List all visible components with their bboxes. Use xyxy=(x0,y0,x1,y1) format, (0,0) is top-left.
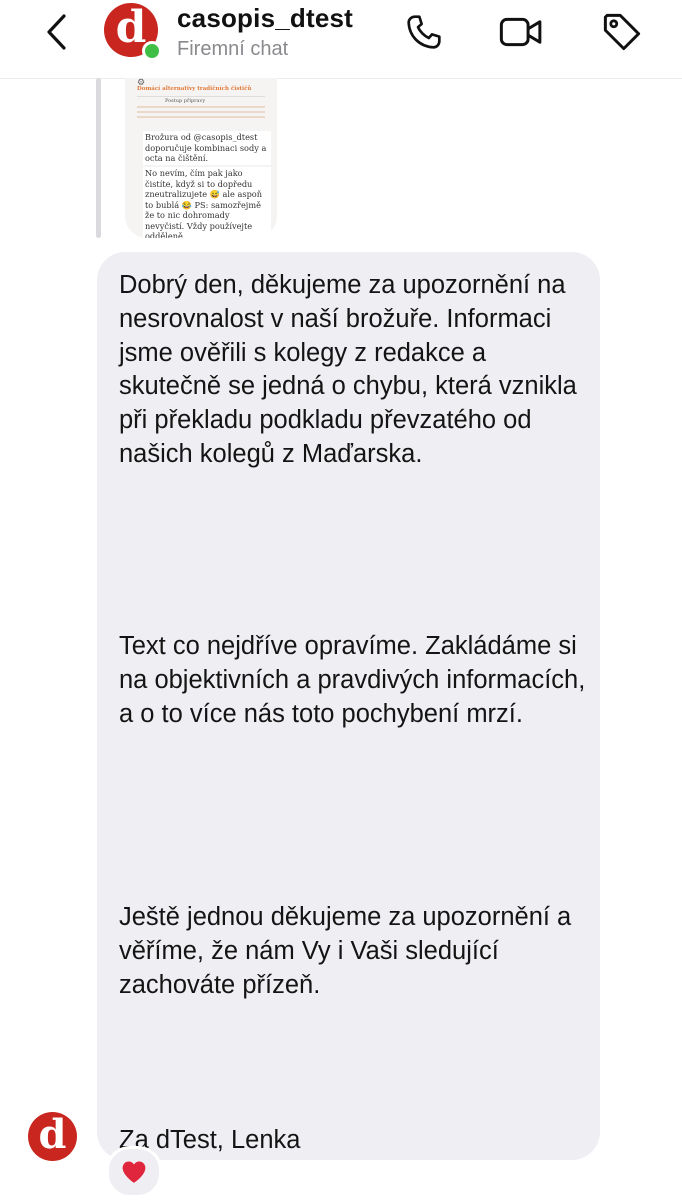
brochure-title: Domácí alternativy tradičních čističů xyxy=(137,86,252,92)
message-signature: Za dTest, Lenka xyxy=(119,1126,301,1154)
replied-image-preview[interactable]: ⚙ Domácí alternativy tradičních čističů … xyxy=(125,78,277,238)
chevron-left-icon xyxy=(47,14,66,50)
avatar-letter: d xyxy=(115,3,147,53)
message-paragraph: Ještě jednou děkujeme za upozornění a vě… xyxy=(119,903,572,999)
call-button[interactable] xyxy=(402,10,446,54)
back-button[interactable] xyxy=(38,10,74,54)
online-status-indicator xyxy=(142,41,162,61)
sender-avatar[interactable]: d xyxy=(28,1112,77,1161)
tag-icon xyxy=(603,13,641,51)
brochure-table-header: Postup přípravy xyxy=(165,98,206,104)
video-camera-icon xyxy=(499,17,542,47)
reply-indicator-bar xyxy=(96,78,101,238)
image-caption-2: No nevím, čím pak jako čistíte, když si … xyxy=(143,167,271,238)
message-paragraph: Text co nejdříve opravíme. Zakládáme si … xyxy=(119,632,586,728)
brochure-table-rows xyxy=(137,106,265,121)
chat-header: d casopis_dtest Firemní chat xyxy=(0,0,682,79)
heart-icon xyxy=(122,1161,146,1183)
chat-title-block[interactable]: casopis_dtest Firemní chat xyxy=(177,2,353,62)
brochure-table: Postup přípravy xyxy=(137,96,265,123)
video-call-button[interactable] xyxy=(499,10,543,54)
message-paragraph: Dobrý den, děkujeme za upozornění na nes… xyxy=(119,271,577,468)
chat-avatar[interactable]: d xyxy=(104,3,162,61)
label-button[interactable] xyxy=(600,10,644,54)
chat-name: casopis_dtest xyxy=(177,3,354,33)
message-bubble[interactable]: Dobrý den, děkujeme za upozornění na nes… xyxy=(97,252,600,1160)
chat-subtitle: Firemní chat xyxy=(177,38,289,60)
heart-reaction[interactable] xyxy=(106,1146,162,1198)
image-caption-1: Brožura od @casopis_dtest doporučuje kom… xyxy=(143,131,271,165)
sender-avatar-letter: d xyxy=(38,1112,67,1158)
phone-icon xyxy=(407,15,441,49)
message-text: Dobrý den, děkujeme za upozornění na nes… xyxy=(119,269,589,1154)
